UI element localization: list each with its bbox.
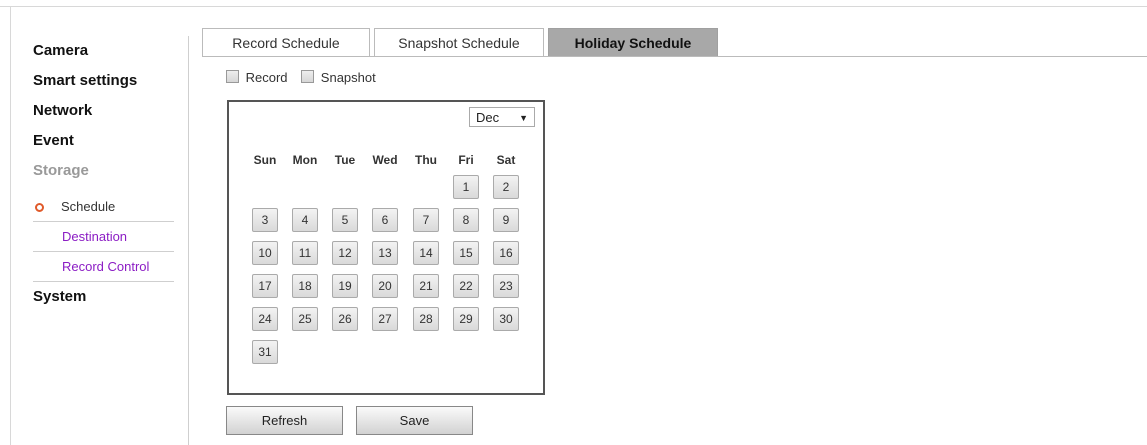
- weekday-header: Thu: [415, 153, 437, 167]
- day-button[interactable]: 25: [292, 307, 318, 331]
- day-button[interactable]: 5: [332, 208, 358, 232]
- day-button[interactable]: 17: [252, 274, 278, 298]
- snapshot-check-group: Snapshot: [301, 70, 376, 85]
- nav-system[interactable]: System: [33, 288, 174, 318]
- nav-storage[interactable]: Storage: [33, 162, 174, 192]
- day-button[interactable]: 13: [372, 241, 398, 265]
- record-label: Record: [245, 70, 288, 85]
- day-button[interactable]: 30: [493, 307, 519, 331]
- schedule-tabs: Record Schedule Snapshot Schedule Holida…: [202, 28, 1147, 57]
- weekday-header: Wed: [372, 153, 398, 167]
- weekday-header: Mon: [292, 153, 318, 167]
- chevron-down-icon: ▼: [519, 113, 528, 123]
- day-button[interactable]: 4: [292, 208, 318, 232]
- refresh-button[interactable]: Refresh: [226, 406, 343, 435]
- day-button[interactable]: 24: [252, 307, 278, 331]
- day-button[interactable]: 18: [292, 274, 318, 298]
- tab-holiday-schedule[interactable]: Holiday Schedule: [548, 28, 718, 57]
- day-button[interactable]: 11: [292, 241, 318, 265]
- day-button[interactable]: 27: [372, 307, 398, 331]
- snapshot-checkbox[interactable]: [301, 70, 315, 83]
- snapshot-label: Snapshot: [320, 70, 376, 85]
- month-select[interactable]: Dec ▼: [469, 107, 535, 127]
- day-button[interactable]: 6: [372, 208, 398, 232]
- holiday-calendar: Dec ▼ Sun Mon Tue Wed Thu Fri Sat 1 2 3 4 5 6 7 8 9 10 11…: [227, 100, 545, 395]
- day-button[interactable]: 9: [493, 208, 519, 232]
- nav-network[interactable]: Network: [33, 102, 174, 132]
- top-border: [0, 6, 1147, 7]
- tab-record-schedule[interactable]: Record Schedule: [202, 28, 370, 57]
- day-button[interactable]: 31: [252, 340, 278, 364]
- save-button[interactable]: Save: [356, 406, 473, 435]
- day-button[interactable]: 15: [453, 241, 479, 265]
- nav-camera[interactable]: Camera: [33, 42, 174, 72]
- day-button[interactable]: 12: [332, 241, 358, 265]
- record-checkbox[interactable]: [226, 70, 239, 83]
- weekday-header: Sat: [496, 153, 516, 167]
- day-button[interactable]: 16: [493, 241, 519, 265]
- tab-snapshot-schedule[interactable]: Snapshot Schedule: [374, 28, 544, 57]
- day-button[interactable]: 10: [252, 241, 278, 265]
- day-button[interactable]: 21: [413, 274, 439, 298]
- day-button[interactable]: 7: [413, 208, 439, 232]
- sidebar-item-schedule[interactable]: Schedule: [33, 192, 174, 222]
- nav-event[interactable]: Event: [33, 132, 174, 162]
- record-check-group: Record: [226, 70, 288, 85]
- month-value: Dec: [476, 110, 500, 125]
- sidebar-divider: [188, 36, 189, 445]
- day-button[interactable]: 8: [453, 208, 479, 232]
- day-button[interactable]: 1: [453, 175, 479, 199]
- sidebar-item-label: Schedule: [61, 199, 116, 214]
- day-button[interactable]: 20: [372, 274, 398, 298]
- day-button[interactable]: 2: [493, 175, 519, 199]
- nav-smart-settings[interactable]: Smart settings: [33, 72, 174, 102]
- weekday-header: Tue: [334, 153, 356, 167]
- day-button[interactable]: 29: [453, 307, 479, 331]
- active-bullet-icon: [35, 203, 44, 212]
- day-button[interactable]: 22: [453, 274, 479, 298]
- left-border: [10, 6, 11, 445]
- sidebar: Camera Smart settings Network Event Stor…: [33, 42, 174, 318]
- day-button[interactable]: 28: [413, 307, 439, 331]
- tab-underline: [202, 56, 1147, 57]
- sidebar-item-record-control[interactable]: Record Control: [33, 252, 174, 282]
- day-button[interactable]: 23: [493, 274, 519, 298]
- weekday-header: Sun: [253, 153, 277, 167]
- type-checkboxes: Record Snapshot: [226, 70, 386, 85]
- day-button[interactable]: 3: [252, 208, 278, 232]
- day-button[interactable]: 26: [332, 307, 358, 331]
- sidebar-item-destination[interactable]: Destination: [33, 222, 174, 252]
- day-button[interactable]: 19: [332, 274, 358, 298]
- weekday-header: Fri: [458, 153, 474, 167]
- day-button[interactable]: 14: [413, 241, 439, 265]
